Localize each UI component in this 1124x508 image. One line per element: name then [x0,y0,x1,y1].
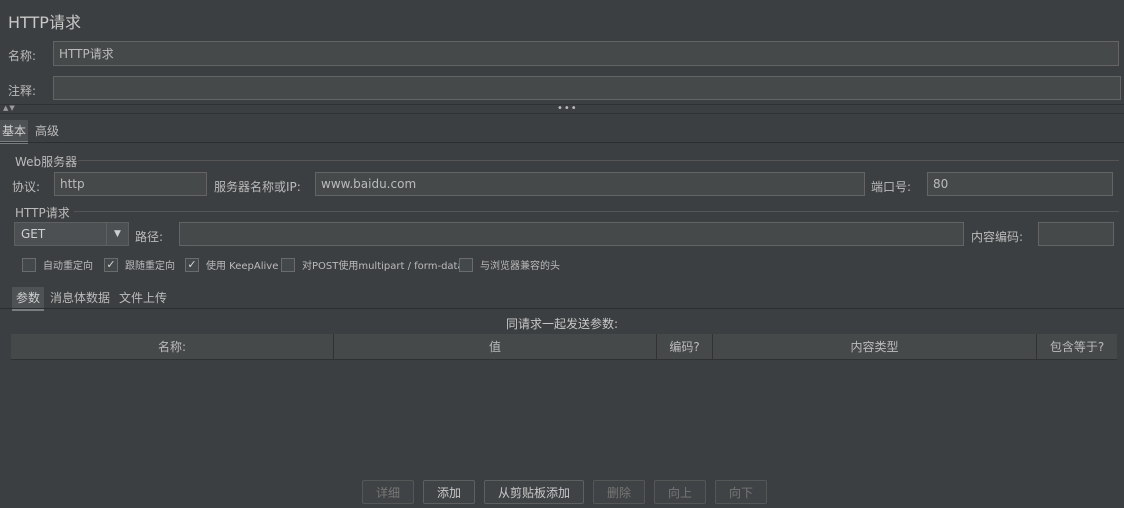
column-header-name[interactable]: 名称: [11,334,334,359]
checkbox-box[interactable] [22,257,36,272]
checkbox-label: 跟随重定向 [125,261,175,272]
http-request-group-line [74,211,1119,212]
checkbox-box[interactable] [459,257,473,272]
add-button[interactable]: 添加 [423,480,475,504]
tab-body-data[interactable]: 消息体数据 [48,287,112,308]
checkbox-label: 对POST使用multipart / form-data [302,261,464,272]
follow-redirect-checkbox[interactable]: ✓ 跟随重定向 [104,257,175,272]
chevron-down-icon[interactable]: ▼ [106,223,128,245]
subtab-divider [0,308,1124,309]
detail-button[interactable]: 详细 [362,480,414,504]
method-select[interactable]: GET ▼ [14,222,129,246]
checkbox-box[interactable] [281,257,295,272]
column-header-value[interactable]: 值 [334,334,657,359]
comment-label: 注释: [8,84,37,98]
delete-button[interactable]: 删除 [593,480,645,504]
encoding-label: 内容编码: [971,230,1024,244]
port-label: 端口号: [871,180,912,194]
checkbox-label: 与浏览器兼容的头 [480,261,560,272]
web-server-group-title: Web服务器 [15,155,78,169]
move-down-button[interactable]: 向下 [715,480,767,504]
splitter-grip-icon[interactable]: ••• [557,103,578,114]
tab-basic[interactable]: 基本 [0,120,29,144]
keepalive-checkbox[interactable]: ✓ 使用 KeepAlive [185,257,278,272]
method-value: GET [21,227,46,241]
splitter-collapse-icon[interactable]: ▲▼ [3,104,16,112]
name-field[interactable]: HTTP请求 [53,41,1119,66]
tab-advanced[interactable]: 高级 [33,120,61,141]
browser-compatible-headers-checkbox[interactable]: 与浏览器兼容的头 [459,257,560,272]
check-icon[interactable]: ✓ [185,257,199,272]
path-field[interactable] [179,222,964,246]
params-table-header: 名称: 值 编码? 内容类型 包含等于? [11,334,1117,360]
tab-files-upload[interactable]: 文件上传 [117,287,169,308]
column-header-include-equals[interactable]: 包含等于? [1037,334,1117,359]
server-label: 服务器名称或IP: [214,180,301,194]
add-from-clipboard-button[interactable]: 从剪贴板添加 [484,480,584,504]
column-header-encode[interactable]: 编码? [657,334,713,359]
protocol-field[interactable]: http [54,172,207,196]
encoding-field[interactable] [1038,222,1114,246]
params-table-body[interactable] [11,361,1117,473]
tab-divider [0,142,1124,143]
checkbox-label: 使用 KeepAlive [206,261,279,272]
auto-redirect-checkbox[interactable]: 自动重定向 [22,257,93,272]
page-title: HTTP请求 [8,13,81,32]
params-caption: 同请求一起发送参数: [505,317,619,331]
move-up-button[interactable]: 向上 [654,480,706,504]
web-server-group-line [78,160,1119,161]
server-field[interactable]: www.baidu.com [315,172,865,196]
check-icon[interactable]: ✓ [104,257,118,272]
protocol-label: 协议: [12,180,41,194]
port-field[interactable]: 80 [927,172,1113,196]
column-header-content-type[interactable]: 内容类型 [713,334,1037,359]
multipart-checkbox[interactable]: 对POST使用multipart / form-data [281,257,464,272]
name-label: 名称: [8,49,37,63]
comment-field[interactable] [53,76,1121,100]
checkbox-label: 自动重定向 [43,261,93,272]
path-label: 路径: [135,230,164,244]
http-request-group-title: HTTP请求 [15,206,70,220]
